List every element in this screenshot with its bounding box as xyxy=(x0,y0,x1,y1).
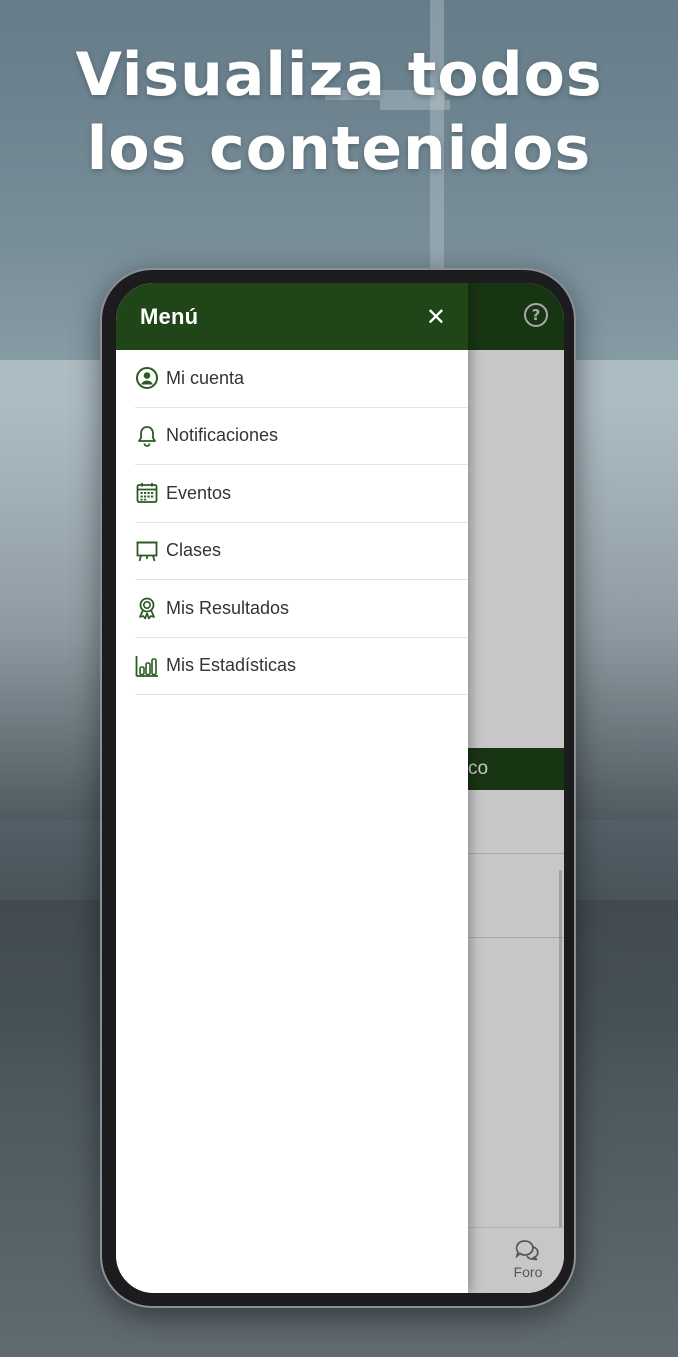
promo-headline: Visualiza todos los contenidos xyxy=(0,38,678,186)
drawer-header: Menú ✕ xyxy=(116,283,468,350)
bell-icon xyxy=(135,424,159,448)
phone-mockup: ? co Foro Menú ✕ Mi cuenta Notificacione… xyxy=(100,268,576,1308)
user-circle-icon xyxy=(135,366,159,390)
menu-item-mi-cuenta[interactable]: Mi cuenta xyxy=(135,350,468,408)
award-ribbon-icon xyxy=(135,596,159,620)
menu-item-clases[interactable]: Clases xyxy=(135,523,468,580)
menu-item-label: Eventos xyxy=(166,482,232,503)
menu-item-eventos[interactable]: Eventos xyxy=(135,465,468,523)
menu-item-mis-estadisticas[interactable]: Mis Estadísticas xyxy=(135,638,468,695)
menu-item-label: Mi cuenta xyxy=(166,367,245,388)
bar-chart-icon xyxy=(135,654,159,678)
headline-line-2: los contenidos xyxy=(86,114,592,184)
side-menu-drawer: Menú ✕ Mi cuenta Notificaciones Eventos … xyxy=(116,283,468,1293)
calendar-icon xyxy=(135,481,159,505)
menu-list: Mi cuenta Notificaciones Eventos Clases … xyxy=(116,350,468,695)
presentation-board-icon xyxy=(135,539,159,563)
menu-item-label: Clases xyxy=(166,540,222,561)
menu-item-label: Mis Resultados xyxy=(166,597,290,618)
headline-line-1: Visualiza todos xyxy=(75,40,603,110)
menu-item-label: Notificaciones xyxy=(166,425,279,446)
menu-item-mis-resultados[interactable]: Mis Resultados xyxy=(135,580,468,638)
close-icon[interactable]: ✕ xyxy=(426,305,446,329)
phone-screen: ? co Foro Menú ✕ Mi cuenta Notificacione… xyxy=(116,283,564,1293)
menu-item-label: Mis Estadísticas xyxy=(166,655,297,676)
menu-item-notificaciones[interactable]: Notificaciones xyxy=(135,408,468,465)
drawer-title: Menú xyxy=(140,303,199,329)
